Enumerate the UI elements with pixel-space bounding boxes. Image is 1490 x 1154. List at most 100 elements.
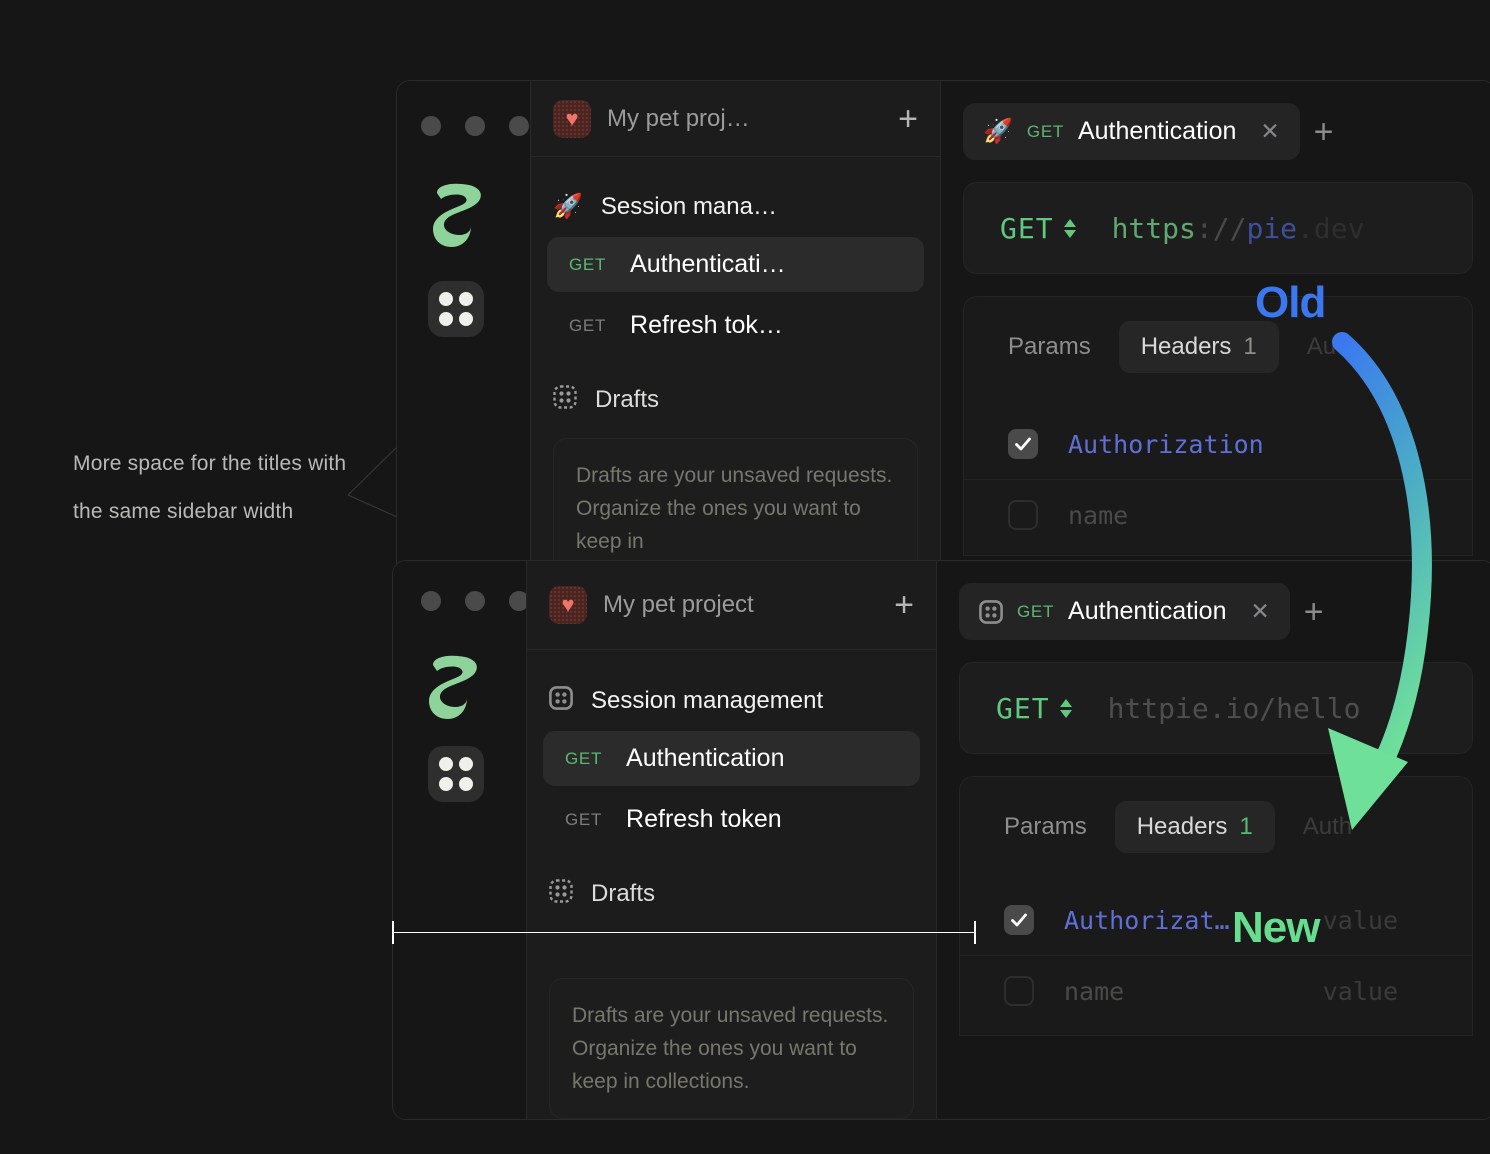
old-drafts-hint: Drafts are your unsaved requests. Organi… — [553, 438, 918, 579]
tab-headers-count: 1 — [1243, 333, 1257, 360]
new-request-panel: Params Headers 1 Auth Authorizat… value — [959, 776, 1473, 1036]
heart-icon: ♥ — [549, 586, 587, 624]
chevron-updown-icon[interactable] — [1063, 218, 1076, 238]
close-window-dot[interactable] — [421, 591, 441, 611]
rocket-icon: 🚀 — [983, 117, 1013, 145]
old-header-row-authorization[interactable]: Authorization — [964, 409, 1472, 479]
new-tab-title: Authentication — [1068, 597, 1227, 625]
old-request-label: Refresh tok… — [630, 311, 783, 339]
new-drafts-row[interactable]: Drafts — [527, 869, 936, 918]
old-request-panel: Params Headers 1 Au Authorization name — [963, 296, 1473, 556]
checkbox-checked-icon[interactable] — [1008, 429, 1038, 459]
chevron-updown-icon[interactable] — [1059, 698, 1072, 718]
new-main-panel: GET Authentication ✕ + GET httpie.io/hel… — [936, 561, 1490, 1119]
new-header-name-placeholder[interactable]: name — [1064, 977, 1124, 1006]
minimize-window-dot[interactable] — [465, 116, 485, 136]
new-tab-method: GET — [1017, 601, 1055, 621]
old-url-method[interactable]: GET — [1000, 212, 1054, 245]
new-header-row-empty[interactable]: name value — [960, 955, 1472, 1026]
grid-four-icon — [439, 292, 473, 326]
new-drafts-hint: Drafts are your unsaved requests. Organi… — [549, 978, 914, 1119]
old-window: ♥ My pet proj… + 🚀 Session mana… GET Aut… — [396, 80, 1490, 580]
new-collection-label: Session management — [591, 686, 824, 714]
old-label: Old — [1255, 278, 1326, 327]
new-request-method: GET — [565, 748, 603, 768]
httpie-logo-icon — [425, 653, 485, 723]
old-url-input[interactable]: https://pie.dev — [1112, 212, 1365, 245]
tab-params[interactable]: Params — [986, 321, 1113, 373]
httpie-logo-icon — [429, 181, 489, 251]
old-project-header: ♥ My pet proj… + — [531, 81, 940, 157]
maximize-window-dot[interactable] — [509, 116, 529, 136]
close-icon[interactable]: ✕ — [1260, 118, 1279, 145]
old-collection-label: Session mana… — [600, 193, 777, 220]
checkbox-unchecked-icon[interactable] — [1008, 500, 1038, 530]
old-sidebar: ♥ My pet proj… + 🚀 Session mana… GET Aut… — [530, 81, 940, 579]
tab-headers[interactable]: Headers 1 — [1114, 801, 1275, 853]
old-request-row-refresh-token[interactable]: GET Refresh tok… — [547, 298, 924, 353]
old-sidebar-body: 🚀 Session mana… GET Authenticati… GET Re… — [531, 157, 940, 579]
minimize-window-dot[interactable] — [465, 591, 485, 611]
old-window-rail — [397, 81, 530, 579]
old-add-button[interactable]: + — [898, 102, 918, 136]
new-request-row-authentication[interactable]: GET Authentication — [543, 731, 920, 786]
new-url-method[interactable]: GET — [996, 692, 1050, 725]
grid-four-icon — [439, 757, 473, 791]
close-icon[interactable]: ✕ — [1251, 598, 1270, 625]
tab-headers-label: Headers — [1140, 333, 1232, 360]
new-label: New — [1232, 903, 1320, 952]
traffic-lights[interactable] — [421, 116, 529, 136]
old-tab-title: Authentication — [1077, 117, 1237, 145]
new-new-tab-button[interactable]: + — [1304, 595, 1324, 629]
new-add-button[interactable]: + — [894, 588, 914, 622]
old-main-panel: 🚀 GET Authentication ✕ + GET https://pie… — [940, 81, 1490, 579]
drafts-icon — [549, 879, 573, 908]
checkbox-checked-icon[interactable] — [1004, 905, 1034, 935]
traffic-lights[interactable] — [421, 591, 529, 611]
new-window-rail — [393, 561, 529, 1119]
new-header-row-authorization[interactable]: Authorizat… value — [960, 885, 1472, 955]
old-drafts-row[interactable]: Drafts — [531, 375, 940, 424]
collections-rail-button[interactable] — [428, 281, 484, 337]
old-header-name-placeholder[interactable]: name — [1068, 501, 1128, 530]
new-header-value[interactable]: value — [1323, 906, 1428, 935]
new-drafts-label: Drafts — [591, 879, 656, 907]
new-request-label: Refresh token — [626, 805, 782, 833]
tab-headers-count: 1 — [1239, 813, 1253, 840]
old-new-tab-button[interactable]: + — [1314, 115, 1334, 149]
tab-params[interactable]: Params — [982, 801, 1109, 853]
old-url-bar[interactable]: GET https://pie.dev — [963, 182, 1473, 274]
close-window-dot[interactable] — [421, 116, 441, 136]
collection-icon — [979, 599, 1003, 624]
new-request-row-refresh-token[interactable]: GET Refresh token — [543, 792, 920, 847]
screenshot-stage: More space for the titles with the same … — [0, 0, 1490, 1154]
old-tab-bar: 🚀 GET Authentication ✕ + — [941, 103, 1490, 160]
collection-icon — [549, 686, 573, 715]
old-project-title: My pet proj… — [607, 104, 750, 132]
old-request-method: GET — [569, 254, 607, 274]
old-collection-row[interactable]: 🚀 Session mana… — [531, 183, 940, 231]
tab-headers-label: Headers — [1136, 813, 1228, 840]
new-url-input[interactable]: httpie.io/hello — [1108, 692, 1361, 725]
old-request-row-authentication[interactable]: GET Authenticati… — [547, 237, 924, 292]
new-project-header: ♥ My pet project + — [527, 561, 936, 650]
checkbox-unchecked-icon[interactable] — [1004, 976, 1034, 1006]
sidebar-width-measure-bracket — [392, 921, 976, 944]
new-request-label: Authentication — [626, 744, 785, 772]
new-header-value-placeholder[interactable]: value — [1323, 977, 1428, 1006]
old-header-row-empty[interactable]: name — [964, 479, 1472, 550]
rocket-icon: 🚀 — [553, 193, 583, 220]
new-header-name[interactable]: Authorizat… — [1064, 906, 1230, 935]
old-request-tab[interactable]: 🚀 GET Authentication ✕ — [963, 103, 1300, 160]
collections-rail-button[interactable] — [428, 746, 484, 802]
tab-auth[interactable]: Au — [1285, 321, 1358, 373]
tab-auth[interactable]: Auth — [1281, 801, 1374, 853]
old-header-name[interactable]: Authorization — [1068, 430, 1264, 459]
new-sidebar: ♥ My pet project + Session management GE… — [526, 561, 936, 1119]
new-request-tab[interactable]: GET Authentication ✕ — [959, 583, 1290, 640]
tab-headers[interactable]: Headers 1 — [1118, 321, 1279, 373]
new-url-bar[interactable]: GET httpie.io/hello — [959, 662, 1473, 754]
new-sub-tabs: Params Headers 1 Auth — [960, 801, 1472, 853]
old-tab-method: GET — [1026, 121, 1064, 141]
new-collection-row[interactable]: Session management — [527, 676, 936, 725]
